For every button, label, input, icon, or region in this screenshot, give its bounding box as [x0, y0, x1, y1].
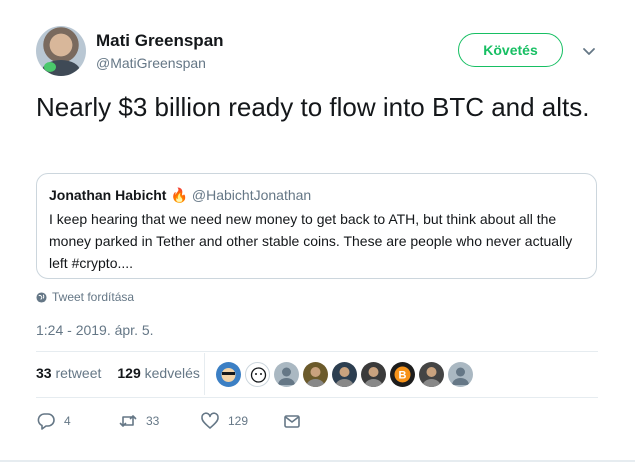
avatar-photo-icon[interactable]	[361, 362, 386, 387]
tweet-timestamp[interactable]: 1:24 - 2019. ápr. 5.	[36, 322, 154, 338]
avatar-default-icon[interactable]	[448, 362, 473, 387]
tweet-actions: 4 33 129	[36, 411, 302, 431]
avatar-photo-icon[interactable]	[419, 362, 444, 387]
retweet-icon	[119, 415, 137, 427]
direct-message-button[interactable]	[282, 411, 302, 431]
liker-avatars: B	[216, 362, 473, 387]
likes-label: kedvelés	[144, 365, 200, 381]
avatar-bitcoin-icon[interactable]: B	[390, 362, 415, 387]
mail-icon	[284, 415, 300, 428]
avatar-sheep-icon[interactable]	[245, 362, 270, 387]
divider-top	[36, 351, 598, 352]
avatar-photo-icon[interactable]	[332, 362, 357, 387]
follow-button[interactable]: Követés	[458, 33, 563, 67]
avatar-hand	[44, 62, 56, 72]
like-count: 129	[228, 414, 249, 428]
translate-tweet-link[interactable]: Tweet fordítása	[36, 290, 134, 304]
quoted-author-name: Jonathan Habicht	[49, 187, 167, 203]
retweets-count: 33	[36, 365, 52, 381]
tweet-stats: 33 retweet 129 kedvelés	[36, 365, 200, 381]
quoted-tweet[interactable]: Jonathan Habicht 🔥 @HabichtJonathan I ke…	[36, 173, 597, 279]
likes-count: 129	[117, 365, 141, 381]
quoted-author-handle: @HabichtJonathan	[191, 187, 312, 203]
quoted-tweet-text: I keep hearing that we need new money to…	[49, 211, 573, 271]
quoted-tweet-header: Jonathan Habicht 🔥 @HabichtJonathan	[49, 186, 584, 204]
retweet-count: 33	[146, 414, 160, 428]
heart-icon	[201, 412, 219, 429]
avatar-cartoon-icon[interactable]	[216, 362, 241, 387]
globe-icon	[36, 291, 47, 303]
avatar-default-icon[interactable]	[274, 362, 299, 387]
tweet-text: Nearly $3 billion ready to flow into BTC…	[36, 92, 590, 122]
likes-stat[interactable]: 129 kedvelés	[117, 365, 200, 381]
fire-icon: 🔥	[170, 187, 188, 203]
retweet-button[interactable]: 33	[118, 411, 200, 431]
author-handle[interactable]: @MatiGreenspan	[96, 55, 206, 71]
like-button[interactable]: 129	[200, 411, 282, 431]
translate-label: Tweet fordítása	[52, 290, 135, 304]
chevron-down-icon[interactable]	[581, 43, 597, 59]
retweets-stat[interactable]: 33 retweet	[36, 365, 101, 381]
reply-count: 4	[64, 414, 71, 428]
author-name[interactable]: Mati Greenspan	[96, 31, 224, 51]
retweets-label: retweet	[55, 365, 102, 381]
reply-button[interactable]: 4	[36, 411, 118, 431]
divider-bottom	[36, 397, 598, 398]
svg-text:B: B	[399, 370, 407, 382]
reply-icon	[37, 413, 55, 430]
stats-separator	[204, 353, 205, 395]
avatar-photo-icon[interactable]	[303, 362, 328, 387]
author-avatar[interactable]	[36, 26, 86, 76]
